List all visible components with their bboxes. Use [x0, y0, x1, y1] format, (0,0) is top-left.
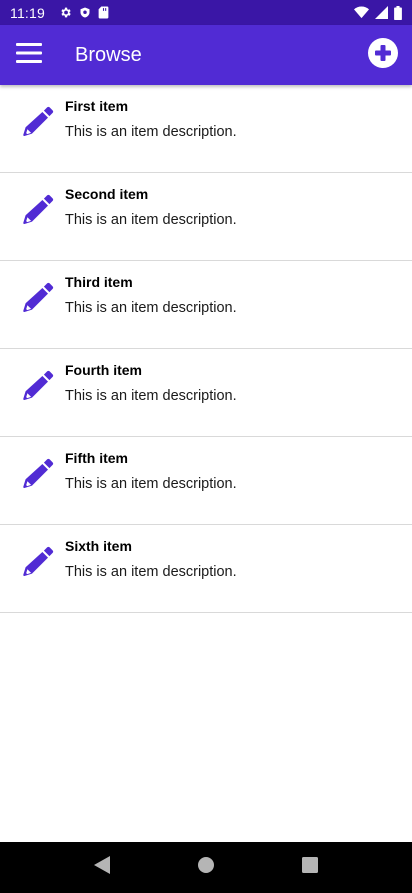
- battery-icon: [394, 5, 402, 20]
- cell-signal-icon: [375, 6, 388, 19]
- item-description: This is an item description.: [65, 212, 237, 228]
- item-title: Fifth item: [65, 450, 128, 466]
- list-item[interactable]: First item This is an item description.: [0, 85, 412, 173]
- app-bar: Browse: [0, 25, 412, 85]
- pencil-icon: [21, 545, 55, 579]
- item-description: This is an item description.: [65, 388, 237, 404]
- recents-icon: [302, 857, 318, 878]
- list-item[interactable]: Fourth item This is an item description.: [0, 349, 412, 437]
- item-title: Sixth item: [65, 538, 132, 554]
- browse-screen: 11:19 Browse First item This is an item …: [0, 0, 412, 893]
- settings-icon: [59, 6, 72, 19]
- status-time: 11:19: [10, 4, 45, 21]
- item-title: Fourth item: [65, 362, 142, 378]
- wifi-icon: [354, 6, 369, 19]
- item-list: First item This is an item description. …: [0, 85, 412, 613]
- sd-card-icon: [98, 6, 109, 19]
- item-description: This is an item description.: [65, 476, 237, 492]
- list-item[interactable]: Third item This is an item description.: [0, 261, 412, 349]
- page-title: Browse: [75, 43, 142, 66]
- recents-button[interactable]: [292, 850, 328, 886]
- back-button[interactable]: [84, 850, 120, 886]
- status-bar: 11:19: [0, 0, 412, 25]
- item-title: Third item: [65, 274, 133, 290]
- pencil-icon: [21, 281, 55, 315]
- list-item[interactable]: Second item This is an item description.: [0, 173, 412, 261]
- home-icon: [198, 857, 214, 878]
- pencil-icon: [21, 369, 55, 403]
- list-item[interactable]: Sixth item This is an item description.: [0, 525, 412, 613]
- add-item-button[interactable]: [367, 37, 399, 73]
- item-description: This is an item description.: [65, 564, 237, 580]
- add-circle-icon: [368, 37, 398, 73]
- home-button[interactable]: [188, 850, 224, 886]
- system-nav-bar: [0, 842, 412, 893]
- pencil-icon: [21, 193, 55, 227]
- list-item[interactable]: Fifth item This is an item description.: [0, 437, 412, 525]
- item-description: This is an item description.: [65, 124, 237, 140]
- pencil-icon: [21, 457, 55, 491]
- hamburger-menu-icon: [16, 42, 42, 68]
- back-icon: [94, 856, 110, 879]
- item-title: Second item: [65, 186, 149, 202]
- pencil-icon: [21, 105, 55, 139]
- status-icons-left: [59, 6, 109, 19]
- item-description: This is an item description.: [65, 300, 237, 316]
- status-icons-right: [354, 5, 402, 20]
- item-title: First item: [65, 98, 129, 114]
- menu-button[interactable]: [0, 25, 58, 85]
- shield-icon: [79, 6, 91, 19]
